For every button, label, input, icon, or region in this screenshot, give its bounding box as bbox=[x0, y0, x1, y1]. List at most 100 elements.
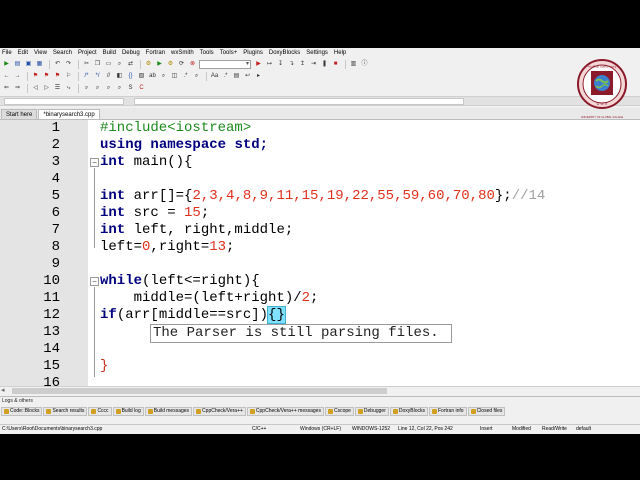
menu-debug[interactable]: Debug bbox=[122, 50, 140, 56]
log-tab-closed-files[interactable]: Closed files bbox=[467, 406, 506, 416]
menu-fortran[interactable]: Fortran bbox=[146, 50, 165, 56]
menu-build[interactable]: Build bbox=[103, 50, 116, 56]
debug-icon[interactable]: ▶ bbox=[254, 60, 263, 69]
find-prev-icon[interactable]: ⌕ bbox=[93, 84, 102, 93]
next-edit-icon[interactable]: ▷ bbox=[42, 84, 51, 93]
menu-help[interactable]: Help bbox=[334, 50, 346, 56]
toolbar-separator bbox=[49, 59, 50, 69]
run-to-cursor-icon[interactable]: ↦ bbox=[265, 60, 274, 69]
abort-icon[interactable]: ⊗ bbox=[188, 60, 197, 69]
log-tab-fortran-info[interactable]: Fortran info bbox=[429, 406, 467, 416]
preprocessor-directive: #include<iostream> bbox=[100, 120, 252, 136]
use-regex-icon[interactable]: .* bbox=[221, 72, 230, 81]
step-out-icon[interactable]: ↥ bbox=[298, 60, 307, 69]
build-run-icon[interactable]: ⚙ bbox=[166, 60, 175, 69]
scroll-left-icon[interactable]: ◂ bbox=[1, 386, 5, 394]
comment-icon[interactable]: /* bbox=[82, 72, 91, 81]
search-settings-icon[interactable]: ⌕ bbox=[115, 84, 124, 93]
rebuild-icon[interactable]: ⟳ bbox=[177, 60, 186, 69]
bookmark-clear-icon[interactable]: ⚐ bbox=[64, 72, 73, 81]
outline-icon[interactable]: ☰ bbox=[53, 84, 62, 93]
jump-forward-icon[interactable]: → bbox=[13, 72, 22, 81]
highlight-icon[interactable]: ▨ bbox=[137, 72, 146, 81]
menu-wxsmith[interactable]: wxSmith bbox=[171, 50, 194, 56]
menu-tools[interactable]: Tools bbox=[200, 50, 214, 56]
regex-icon[interactable]: .* bbox=[181, 72, 190, 81]
stop-debug-icon[interactable]: ■ bbox=[331, 60, 340, 69]
menu-view[interactable]: View bbox=[34, 50, 47, 56]
wrap-icon[interactable]: ↩ bbox=[243, 72, 252, 81]
nav-back-icon[interactable]: ⇐ bbox=[2, 84, 11, 93]
fold-toggle-icon[interactable]: − bbox=[90, 277, 99, 286]
find-next-occurrence-icon[interactable]: ⌕ bbox=[104, 84, 113, 93]
find-next-icon[interactable]: ▸ bbox=[254, 72, 263, 81]
log-tab-cppcheck[interactable]: CppCheck/Vera++ bbox=[193, 406, 246, 416]
log-tab-cscope[interactable]: Cscope bbox=[324, 406, 354, 416]
save-icon[interactable]: ▣ bbox=[24, 60, 33, 69]
bookmark-toggle-icon[interactable]: ⚑ bbox=[31, 72, 40, 81]
log-tab-cccc[interactable]: Cccc bbox=[88, 406, 112, 416]
code-complete-icon[interactable]: ab bbox=[148, 72, 157, 81]
pause-icon[interactable]: ❚ bbox=[320, 60, 329, 69]
next-line-icon[interactable]: ↧ bbox=[276, 60, 285, 69]
tab-binarysearch3[interactable]: *binarysearch3.cpp bbox=[38, 109, 100, 119]
symbol-s-icon[interactable]: S bbox=[126, 84, 135, 93]
highlight-all-icon[interactable]: ▤ bbox=[232, 72, 241, 81]
debug-windows-icon[interactable]: ▥ bbox=[349, 60, 358, 69]
menu-doxyblocks[interactable]: DoxyBlocks bbox=[269, 50, 300, 56]
log-tab-codeblocks[interactable]: Code::Blocks bbox=[1, 406, 43, 416]
symbol-c-icon[interactable]: C bbox=[137, 84, 146, 93]
new-file-icon[interactable]: ▶ bbox=[2, 60, 11, 69]
tab-start-here[interactable]: Start here bbox=[1, 109, 38, 119]
match-brace-icon[interactable]: {} bbox=[126, 72, 135, 81]
horizontal-scrollbar[interactable]: ◂ bbox=[0, 386, 640, 395]
save-all-icon[interactable]: ▦ bbox=[35, 60, 44, 69]
select-icon[interactable]: ◫ bbox=[170, 72, 179, 81]
nav-forward-icon[interactable]: ⇒ bbox=[13, 84, 22, 93]
find-in-files-icon[interactable]: ⌕ bbox=[82, 84, 91, 93]
toggle-comment-icon[interactable]: // bbox=[104, 72, 113, 81]
prev-edit-icon[interactable]: ◁ bbox=[31, 84, 40, 93]
log-tab-search-results[interactable]: Search results bbox=[43, 406, 88, 416]
cut-icon[interactable]: ✂ bbox=[82, 60, 91, 69]
copy-icon[interactable]: ❐ bbox=[93, 60, 102, 69]
debug-info-icon[interactable]: ⓘ bbox=[360, 60, 369, 69]
fold-toggle-icon[interactable]: − bbox=[90, 158, 99, 167]
build-icon[interactable]: ⚙ bbox=[144, 60, 153, 69]
menu-tools-plus[interactable]: Tools+ bbox=[220, 50, 238, 56]
run-icon[interactable]: ▶ bbox=[155, 60, 164, 69]
menu-file[interactable]: File bbox=[2, 50, 12, 56]
zoom-icon[interactable]: ⌕ bbox=[159, 72, 168, 81]
uncomment-icon[interactable]: */ bbox=[93, 72, 102, 81]
search-icon[interactable]: ⌕ bbox=[192, 72, 201, 81]
scrollbar-thumb[interactable] bbox=[12, 388, 387, 394]
code-editor[interactable]: 1 2 3 4 5 6 7 8 9 10 11 12 13 14 15 16 −… bbox=[0, 120, 640, 386]
log-tab-cppcheck-messages[interactable]: CppCheck/Vera++ messages bbox=[246, 406, 324, 416]
build-target-select[interactable] bbox=[199, 59, 251, 69]
bookmark-prev-icon[interactable]: ⚑ bbox=[42, 72, 51, 81]
function-select[interactable] bbox=[134, 98, 464, 105]
log-tab-build-messages[interactable]: Build messages bbox=[144, 406, 193, 416]
open-icon[interactable]: ▤ bbox=[13, 60, 22, 69]
scope-select[interactable] bbox=[4, 98, 124, 105]
jump-back-icon[interactable]: ← bbox=[2, 72, 11, 81]
bookmark-next-icon[interactable]: ⚑ bbox=[53, 72, 62, 81]
goto-icon[interactable]: ⤷ bbox=[64, 84, 73, 93]
replace-icon[interactable]: ⇄ bbox=[126, 60, 135, 69]
log-tab-build-log[interactable]: Build log bbox=[112, 406, 144, 416]
paste-icon[interactable]: ▭ bbox=[104, 60, 113, 69]
step-into-icon[interactable]: ↴ bbox=[287, 60, 296, 69]
log-tab-debugger[interactable]: Debugger bbox=[354, 406, 389, 416]
menu-project[interactable]: Project bbox=[78, 50, 97, 56]
undo-icon[interactable]: ↶ bbox=[53, 60, 62, 69]
find-icon[interactable]: ⌕ bbox=[115, 60, 124, 69]
menu-search[interactable]: Search bbox=[53, 50, 72, 56]
menu-plugins[interactable]: Plugins bbox=[243, 50, 263, 56]
menu-edit[interactable]: Edit bbox=[18, 50, 28, 56]
redo-icon[interactable]: ↷ bbox=[64, 60, 73, 69]
next-instruction-icon[interactable]: ⇥ bbox=[309, 60, 318, 69]
stream-comment-icon[interactable]: ◧ bbox=[115, 72, 124, 81]
match-case-icon[interactable]: Aa bbox=[210, 72, 219, 81]
menu-settings[interactable]: Settings bbox=[306, 50, 328, 56]
log-tab-doxyblocks[interactable]: DoxyBlocks bbox=[389, 406, 428, 416]
